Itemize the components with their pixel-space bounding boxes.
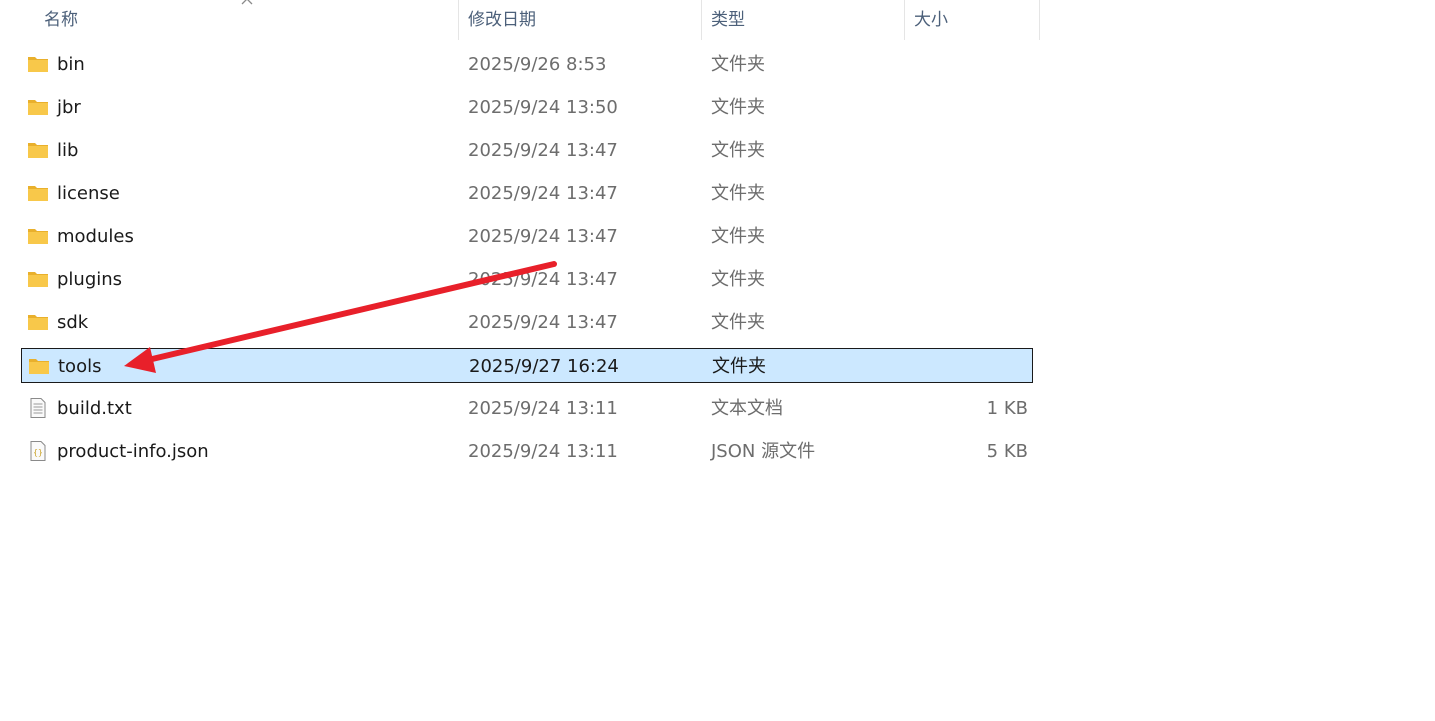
column-header-name[interactable]: 名称 [36, 0, 458, 40]
file-explorer: 名称 修改日期 类型 大小 bin 2025/9/26 8:53 文件夹 jbr 202… [0, 0, 1435, 721]
column-divider[interactable] [701, 0, 702, 40]
column-divider[interactable] [1039, 0, 1040, 40]
folder-icon [28, 356, 50, 376]
file-type: 文件夹 [711, 54, 765, 75]
svg-text:{}: {} [33, 448, 43, 457]
file-type: 文件夹 [711, 183, 765, 204]
column-header-type[interactable]: 类型 [703, 0, 904, 40]
file-modified-date: 2025/9/24 13:47 [468, 183, 618, 204]
text-file-icon [27, 398, 49, 418]
file-name: plugins [57, 269, 123, 290]
file-modified-date: 2025/9/24 13:47 [468, 226, 618, 247]
file-type: 文件夹 [711, 226, 765, 247]
file-modified-date: 2025/9/24 13:47 [468, 269, 618, 290]
file-row[interactable]: bin 2025/9/26 8:53 文件夹 [21, 47, 1033, 82]
column-divider[interactable] [458, 0, 459, 40]
file-name: modules [57, 226, 134, 247]
folder-icon [27, 269, 49, 289]
column-header-date[interactable]: 修改日期 [460, 0, 701, 40]
file-name: license [57, 183, 120, 204]
file-name: jbr [57, 97, 81, 118]
json-file-icon: {} [27, 441, 49, 461]
column-header-bar: 名称 修改日期 类型 大小 [0, 0, 1040, 40]
file-row[interactable]: license 2025/9/24 13:47 文件夹 [21, 176, 1033, 211]
file-row[interactable]: jbr 2025/9/24 13:50 文件夹 [21, 90, 1033, 125]
file-name: build.txt [57, 398, 132, 419]
file-modified-date: 2025/9/27 16:24 [469, 356, 619, 377]
folder-icon [27, 140, 49, 160]
column-divider[interactable] [904, 0, 905, 40]
file-modified-date: 2025/9/24 13:47 [468, 312, 618, 333]
file-row[interactable]: sdk 2025/9/24 13:47 文件夹 [21, 305, 1033, 340]
file-type: JSON 源文件 [711, 441, 816, 462]
file-modified-date: 2025/9/24 13:11 [468, 398, 618, 419]
file-modified-date: 2025/9/24 13:11 [468, 441, 618, 462]
file-type: 文件夹 [712, 356, 766, 377]
file-row[interactable]: build.txt 2025/9/24 13:11 文本文档 1 KB [21, 391, 1033, 426]
file-name: tools [58, 356, 102, 377]
folder-icon [27, 226, 49, 246]
folder-icon [27, 97, 49, 117]
file-modified-date: 2025/9/24 13:50 [468, 97, 618, 118]
file-size: 1 KB [986, 398, 1028, 419]
file-modified-date: 2025/9/24 13:47 [468, 140, 618, 161]
file-row[interactable]: modules 2025/9/24 13:47 文件夹 [21, 219, 1033, 254]
file-name: product-info.json [57, 441, 209, 462]
file-modified-date: 2025/9/26 8:53 [468, 54, 607, 75]
file-type: 文件夹 [711, 269, 765, 290]
file-name: lib [57, 140, 79, 161]
file-row[interactable]: tools 2025/9/27 16:24 文件夹 [21, 348, 1033, 383]
file-type: 文本文档 [711, 398, 783, 419]
file-type: 文件夹 [711, 312, 765, 333]
file-row[interactable]: {} product-info.json 2025/9/24 13:11 JSON 源… [21, 434, 1033, 469]
folder-icon [27, 183, 49, 203]
file-type: 文件夹 [711, 140, 765, 161]
file-row[interactable]: plugins 2025/9/24 13:47 文件夹 [21, 262, 1033, 297]
column-header-size[interactable]: 大小 [906, 0, 1039, 40]
file-name: sdk [57, 312, 89, 333]
file-type: 文件夹 [711, 97, 765, 118]
file-row[interactable]: lib 2025/9/24 13:47 文件夹 [21, 133, 1033, 168]
folder-icon [27, 54, 49, 74]
folder-icon [27, 312, 49, 332]
file-name: bin [57, 54, 85, 75]
file-size: 5 KB [986, 441, 1028, 462]
